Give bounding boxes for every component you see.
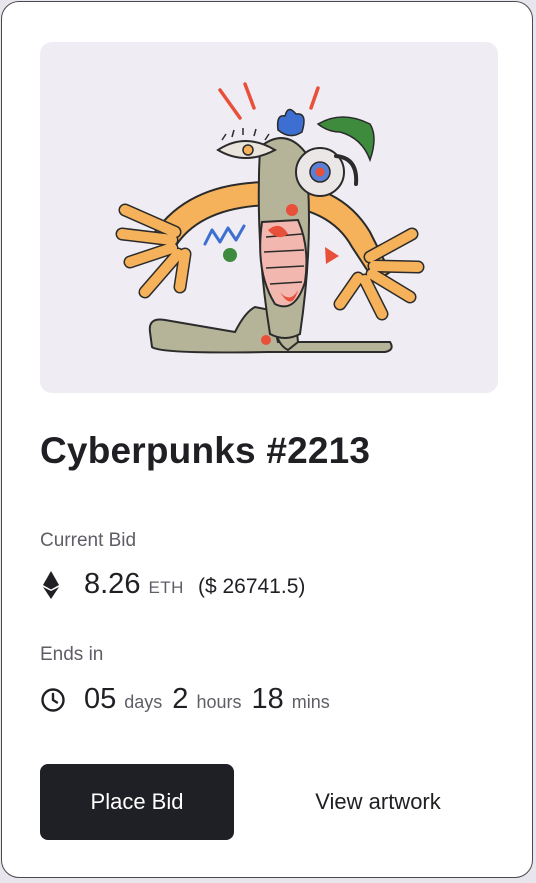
ethereum-icon <box>40 569 62 601</box>
bid-amount: 8.26 <box>84 568 141 600</box>
countdown-days-value: 05 <box>84 683 117 715</box>
bid-usd-value: ($ 26741.5) <box>197 575 306 598</box>
countdown-mins-unit: mins <box>291 692 330 712</box>
ends-in-label: Ends in <box>40 644 104 665</box>
countdown-hours-value: 2 <box>172 683 189 715</box>
view-artwork-link[interactable]: View artwork <box>272 764 484 840</box>
artwork-illustration <box>115 82 425 354</box>
countdown-row: 05 days 2 hours 18 mins <box>40 683 340 716</box>
countdown-hours-unit: hours <box>196 692 242 712</box>
clock-icon <box>40 687 66 713</box>
current-bid-label: Current Bid <box>40 530 137 551</box>
place-bid-button[interactable]: Place Bid <box>40 764 234 840</box>
countdown-days-unit: days <box>124 692 163 712</box>
current-bid-row: 8.26 ETH ($ 26741.5) <box>40 568 305 601</box>
artwork-title: Cyberpunks #2213 <box>40 430 371 471</box>
nft-card: Cyberpunks #2213 Current Bid 8.26 ETH ($… <box>1 1 533 878</box>
bid-currency: ETH <box>148 578 184 597</box>
artwork-image[interactable] <box>40 42 498 393</box>
countdown-mins-value: 18 <box>251 683 284 715</box>
